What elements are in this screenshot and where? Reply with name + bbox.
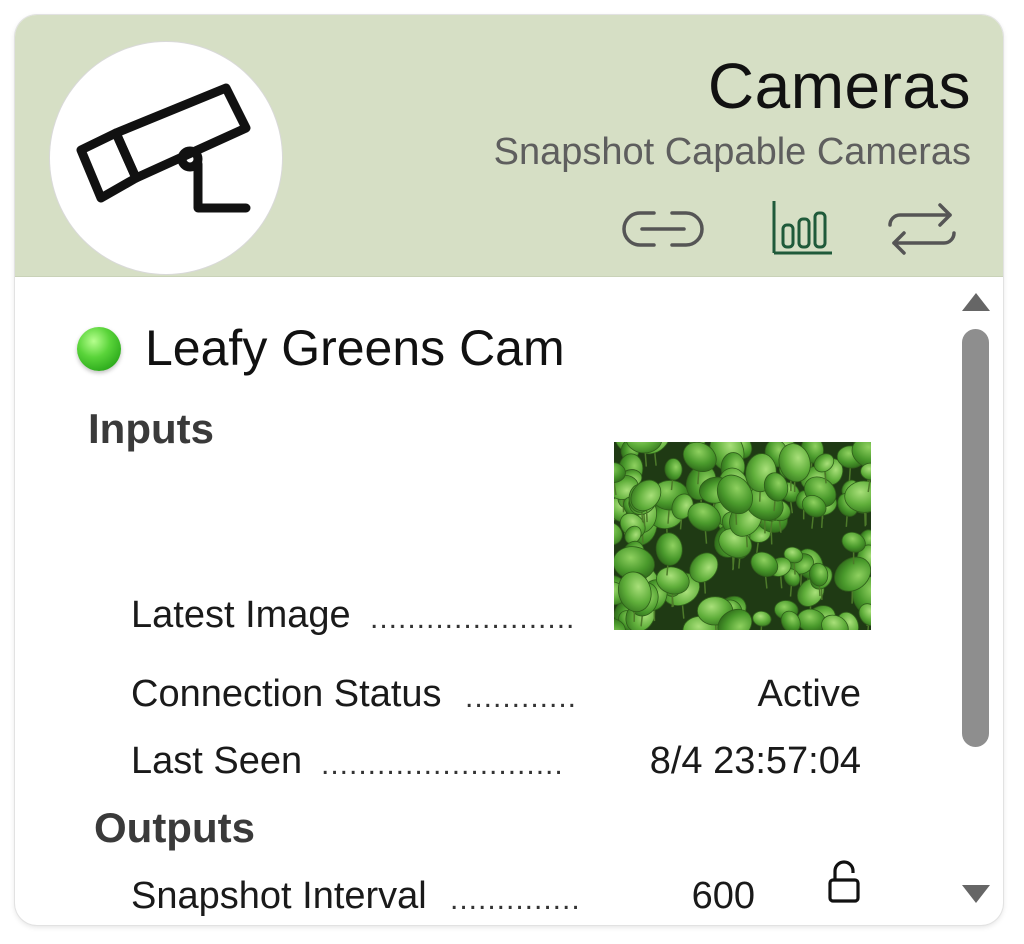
chart-button[interactable] [757,201,847,257]
widget-header: Cameras Snapshot Capable Cameras [15,15,1003,277]
vertical-scrollbar[interactable] [957,277,997,925]
snapshot-interval-value[interactable]: 600 [692,875,755,918]
page-title: Cameras [707,50,971,122]
scroll-up-arrow[interactable] [962,293,990,311]
camera-widget: Cameras Snapshot Capable Cameras Leafy G… [15,15,1003,925]
last-seen-leader: .......................... [321,748,564,781]
latest-image-thumbnail[interactable] [614,442,871,630]
bar-chart-icon [772,201,832,255]
outputs-heading: Outputs [94,804,255,851]
status-indicator [77,327,121,371]
link-icon [622,211,704,247]
device-name: Leafy Greens Cam [145,320,565,376]
widget-body: Leafy Greens Cam Inputs Latest Image ...… [15,277,1003,925]
last-seen-value: 8/4 23:57:04 [649,740,861,782]
snapshot-interval-leader: .............. [450,883,581,916]
security-camera-icon [76,83,251,213]
link-button[interactable] [618,201,708,257]
inputs-heading: Inputs [88,405,214,452]
connection-status-leader: ............ [465,681,578,714]
scroll-thumb[interactable] [962,329,989,747]
sync-button[interactable] [877,201,967,257]
leafy-greens-image [614,442,871,630]
connection-status-value: Active [757,673,861,715]
camera-avatar [50,42,282,274]
latest-image-leader: ...................... [370,602,576,635]
sync-icon [888,203,956,255]
unlock-icon [828,860,860,903]
page-subtitle: Snapshot Capable Cameras [493,131,971,173]
unlock-button[interactable] [827,860,861,904]
scroll-down-arrow[interactable] [962,885,990,903]
